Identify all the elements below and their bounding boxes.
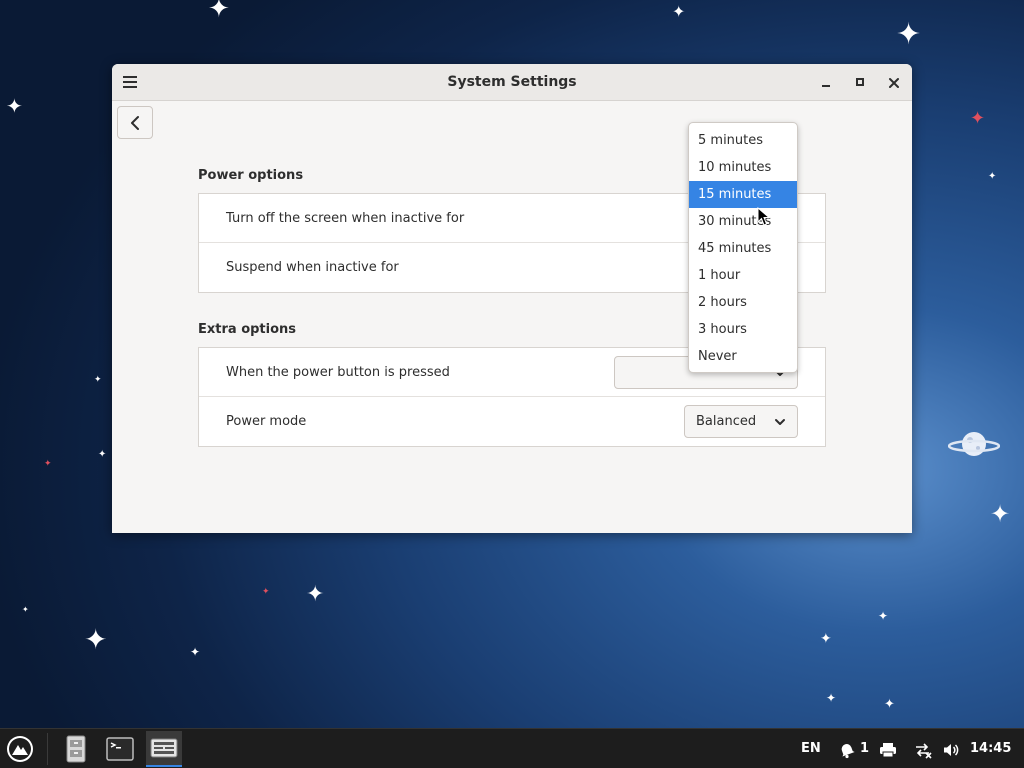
extra-options-title: Extra options (198, 322, 297, 337)
chevron-down-icon (775, 419, 785, 425)
file-manager-icon[interactable] (58, 731, 94, 767)
dropdown-option[interactable]: 3 hours (689, 316, 797, 343)
star-decoration: ✦ (190, 645, 201, 659)
dropdown-option[interactable]: 2 hours (689, 289, 797, 316)
minimize-button[interactable] (815, 72, 837, 94)
power-mode-label: Power mode (226, 414, 307, 429)
start-menu-icon[interactable] (6, 735, 34, 763)
taskbar: EN 1 14:45 (0, 728, 1024, 768)
power-mode-row: Power mode Balanced (199, 397, 825, 446)
dropdown-option[interactable]: 45 minutes (689, 235, 797, 262)
inactivity-dropdown-popup: 5 minutes 10 minutes 15 minutes 30 minut… (688, 122, 798, 373)
star-decoration: ✦ (878, 609, 889, 623)
star-decoration: ✦ (44, 459, 52, 469)
power-mode-dropdown[interactable]: Balanced (684, 405, 798, 438)
star-decoration: ✦ (22, 605, 29, 614)
network-disconnected-icon[interactable] (914, 741, 932, 759)
star-decoration: ✦ (208, 0, 230, 24)
dropdown-option[interactable]: 30 minutes (689, 208, 797, 235)
chevron-left-icon (131, 116, 139, 130)
screen-off-label: Turn off the screen when inactive for (226, 211, 465, 226)
suspend-label: Suspend when inactive for (226, 260, 399, 275)
star-decoration: ✦ (94, 375, 102, 385)
notification-bell-icon[interactable] (838, 741, 856, 759)
volume-icon[interactable] (942, 741, 960, 759)
star-decoration: ✦ (826, 691, 837, 705)
terminal-icon[interactable] (102, 731, 138, 767)
star-decoration: ✦ (306, 582, 325, 607)
keyboard-layout-indicator[interactable]: EN (801, 729, 821, 768)
star-decoration: ✦ (988, 171, 997, 182)
star-decoration: ✦ (820, 631, 832, 647)
star-decoration: ✦ (672, 2, 686, 21)
power-button-label: When the power button is pressed (226, 365, 450, 380)
star-decoration: ✦ (6, 94, 23, 118)
mouse-cursor-icon (757, 207, 771, 226)
settings-app-icon[interactable] (146, 731, 182, 767)
close-icon (889, 78, 899, 88)
back-button[interactable] (117, 106, 153, 139)
dropdown-option-selected[interactable]: 15 minutes (689, 181, 797, 208)
planet-decoration (948, 432, 1000, 456)
clock[interactable]: 14:45 (970, 729, 1011, 768)
star-decoration: ✦ (262, 587, 270, 597)
dropdown-option[interactable]: 5 minutes (689, 127, 797, 154)
star-decoration: ✦ (896, 17, 922, 52)
star-decoration: ✦ (990, 500, 1011, 528)
taskbar-separator (47, 733, 48, 765)
maximize-button[interactable] (849, 72, 871, 94)
printer-icon[interactable] (879, 741, 897, 759)
dropdown-option[interactable]: 1 hour (689, 262, 797, 289)
notification-count: 1 (860, 741, 870, 756)
power-options-title: Power options (198, 168, 304, 183)
star-decoration: ✦ (84, 623, 108, 656)
star-decoration: ✦ (98, 449, 107, 460)
close-button[interactable] (883, 72, 905, 94)
title-bar[interactable]: System Settings (112, 64, 912, 101)
window-title: System Settings (447, 74, 577, 90)
star-decoration: ✦ (970, 108, 986, 129)
dropdown-option[interactable]: 10 minutes (689, 154, 797, 181)
dropdown-option[interactable]: Never (689, 343, 797, 370)
power-mode-value: Balanced (696, 414, 757, 429)
star-decoration: ✦ (884, 697, 895, 712)
